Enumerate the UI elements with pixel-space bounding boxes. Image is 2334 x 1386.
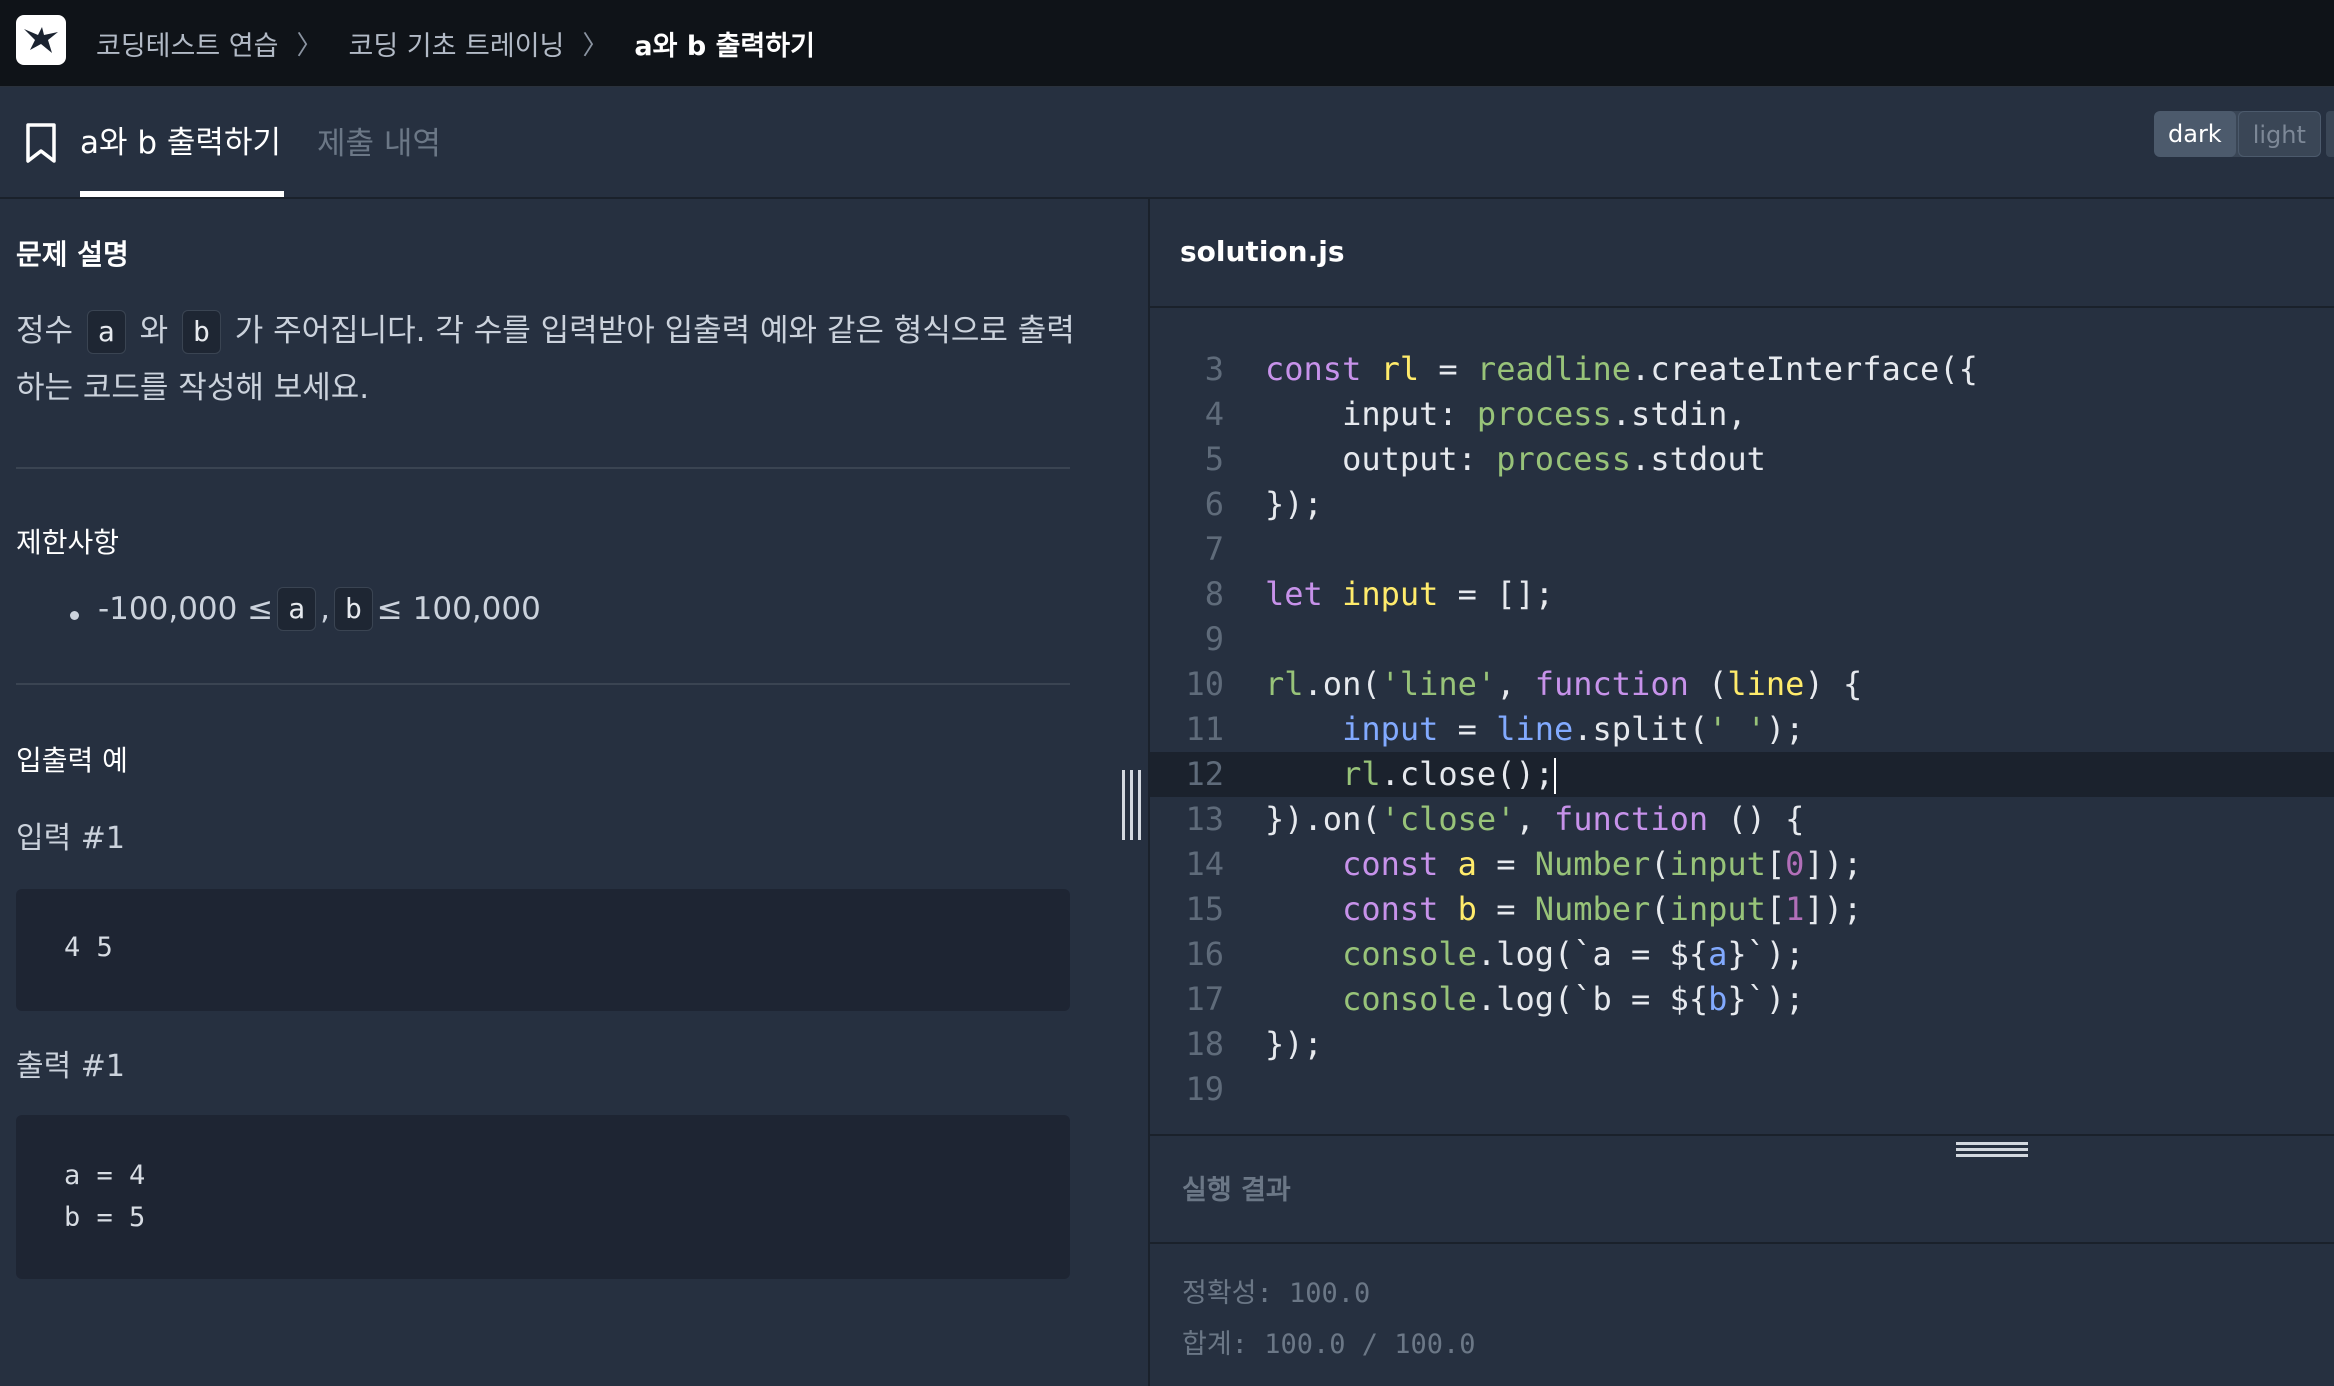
breadcrumb-item-basic-training[interactable]: 코딩 기초 트레이닝 xyxy=(348,24,564,63)
output-example-line: a = 4 xyxy=(64,1160,146,1191)
constraint-item: -100,000 ≤ a, b ≤ 100,000 xyxy=(98,587,541,631)
line-number: 7 xyxy=(1204,530,1224,568)
line-number: 15 xyxy=(1185,890,1224,928)
theme-light-button[interactable]: light xyxy=(2237,111,2321,157)
constraint-text: -100,000 ≤ xyxy=(98,591,274,627)
bookmark-icon[interactable] xyxy=(24,122,58,164)
line-number: 19 xyxy=(1185,1070,1224,1108)
text-cursor xyxy=(1553,758,1556,794)
section-divider xyxy=(16,683,1070,685)
line-number: 5 xyxy=(1204,440,1224,478)
tab-problem[interactable]: a와 b 출력하기 xyxy=(80,117,281,162)
output-example-label: 출력 #1 xyxy=(16,1049,125,1084)
line-number: 9 xyxy=(1204,620,1224,658)
code-line[interactable]: 16 console.log(`a = ${a}`); xyxy=(1150,932,2334,977)
code-line[interactable]: 11 input = line.split(' '); xyxy=(1150,707,2334,752)
code-line[interactable]: 17 console.log(`b = ${b}`); xyxy=(1150,977,2334,1022)
breadcrumb-item-current: a와 b 출력하기 xyxy=(634,30,815,62)
total-score: 합계: 100.0 / 100.0 xyxy=(1182,1329,1476,1360)
description-heading: 문제 설명 xyxy=(16,238,129,271)
inline-code-b: b xyxy=(333,587,373,631)
file-name: solution.js xyxy=(1180,235,1345,268)
inline-code-a: a xyxy=(86,310,126,354)
line-number: 14 xyxy=(1185,845,1224,883)
active-tab-indicator xyxy=(80,191,284,197)
constraints-heading: 제한사항 xyxy=(16,526,120,559)
description-text-part: 정수 xyxy=(16,313,83,349)
side-button[interactable] xyxy=(2326,111,2334,157)
line-number: 16 xyxy=(1185,935,1224,973)
output-example-box: a = 4 b = 5 xyxy=(16,1115,1070,1279)
code-line[interactable]: 10 rl.on('line', function (line) { xyxy=(1150,662,2334,707)
output-example-line: b = 5 xyxy=(64,1202,146,1233)
bullet-icon xyxy=(70,611,79,620)
line-number: 18 xyxy=(1185,1025,1224,1063)
line-number: 4 xyxy=(1204,395,1224,433)
breadcrumb-item-coding-test[interactable]: 코딩테스트 연습 xyxy=(96,24,278,63)
tab-submission-history[interactable]: 제출 내역 xyxy=(317,118,441,163)
line-number: 12 xyxy=(1185,755,1224,793)
code-line[interactable]: 13}).on('close', function () { xyxy=(1150,797,2334,842)
description-text-part: 와 xyxy=(129,313,178,349)
line-number: 10 xyxy=(1185,665,1224,703)
code-line[interactable]: 7 xyxy=(1150,527,2334,572)
input-example-label: 입력 #1 xyxy=(16,821,125,856)
inline-code-b: b xyxy=(182,310,221,354)
io-example-heading: 입출력 예 xyxy=(16,744,128,777)
code-editor-panel: solution.js 3 const rl = readline.createI… xyxy=(1150,199,2334,1134)
accuracy-score: 정확성: 100.0 xyxy=(1182,1278,1371,1309)
inline-code-a: a xyxy=(277,587,317,631)
code-line[interactable]: 8 let input = []; xyxy=(1150,572,2334,617)
description-text: 정수 a 와 b 가 주어집니다. 각 수를 입력받아 입출력 예와 같은 형식… xyxy=(16,303,1076,417)
editor-header: solution.js xyxy=(1150,199,2334,308)
result-output: 정확성: 100.0 합계: 100.0 / 100.0 xyxy=(1182,1268,1476,1370)
input-example-box: 4 5 xyxy=(16,889,1070,1011)
code-line[interactable]: 5 output: process.stdout xyxy=(1150,437,2334,482)
code-line[interactable]: 9 xyxy=(1150,617,2334,662)
line-number: 13 xyxy=(1185,800,1224,838)
input-example-line: 4 5 xyxy=(64,932,113,963)
logo-icon[interactable] xyxy=(16,15,66,65)
section-divider xyxy=(16,467,1070,469)
code-line[interactable]: 14 const a = Number(input[0]); xyxy=(1150,842,2334,887)
vertical-resize-handle-icon[interactable] xyxy=(1122,770,1142,840)
code-editor[interactable]: 3 const rl = readline.createInterface({ 4… xyxy=(1150,347,2334,1112)
theme-toggle: dark light xyxy=(2154,111,2321,157)
line-number: 6 xyxy=(1204,485,1224,523)
constraint-text: ≤ 100,000 xyxy=(376,591,541,627)
code-line[interactable]: 15 const b = Number(input[1]); xyxy=(1150,887,2334,932)
code-line-active[interactable]: 12 rl.close(); xyxy=(1150,752,2334,797)
code-line[interactable]: 19 xyxy=(1150,1067,2334,1112)
theme-dark-button[interactable]: dark xyxy=(2154,111,2236,157)
code-line[interactable]: 3 const rl = readline.createInterface({ xyxy=(1150,347,2334,392)
result-title: 실행 결과 xyxy=(1182,1175,1291,1206)
problem-panel: 문제 설명 정수 a 와 b 가 주어집니다. 각 수를 입력받아 입출력 예와… xyxy=(0,199,1148,1386)
breadcrumb-separator-icon: 〉 xyxy=(296,30,323,61)
code-line[interactable]: 4 input: process.stdin, xyxy=(1150,392,2334,437)
result-header: 실행 결과 xyxy=(1150,1136,2334,1244)
breadcrumb: 코딩테스트 연습 〉 코딩 기초 트레이닝 〉 a와 b 출력하기 xyxy=(96,0,815,86)
constraint-text: , xyxy=(320,591,330,627)
line-number: 11 xyxy=(1185,710,1224,748)
line-number: 17 xyxy=(1185,980,1224,1018)
top-navigation-bar: 코딩테스트 연습 〉 코딩 기초 트레이닝 〉 a와 b 출력하기 xyxy=(0,0,2334,87)
breadcrumb-separator-icon: 〉 xyxy=(582,30,609,61)
tab-bar: a와 b 출력하기 제출 내역 dark light xyxy=(0,87,2334,199)
line-number: 3 xyxy=(1204,350,1224,388)
line-number: 8 xyxy=(1204,575,1224,613)
code-line[interactable]: 18}); xyxy=(1150,1022,2334,1067)
code-line[interactable]: 6}); xyxy=(1150,482,2334,527)
